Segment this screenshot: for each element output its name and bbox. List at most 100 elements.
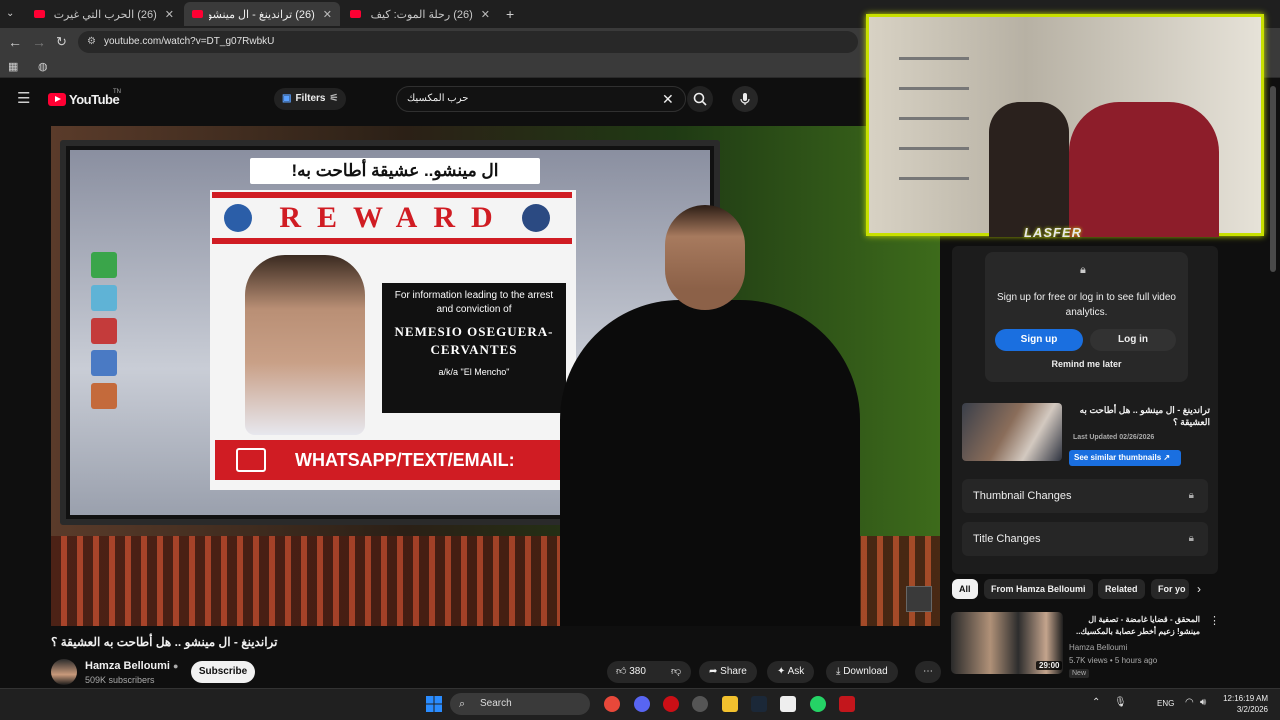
webcam-overlay (866, 14, 1264, 237)
filters-label: Filters (295, 93, 326, 104)
recommended-views: 5.7K views • 5 hours ago (1069, 656, 1158, 665)
recommended-video-title[interactable]: المحقق - قضايا غامضة - تصفية ال مينشو! ز… (1068, 614, 1200, 638)
sliders-icon: ⚟ (329, 93, 339, 104)
recommended-channel[interactable]: Hamza Belloumi (1069, 643, 1127, 652)
channel-watermark-icon[interactable] (906, 586, 932, 612)
opera-icon[interactable] (663, 696, 679, 712)
globe-icon[interactable]: ◍ (38, 60, 48, 74)
thumbs-down-icon: 👎︎ (671, 666, 682, 677)
system-clock[interactable]: 12:16:19 AM 3/2/2026 (1223, 693, 1268, 715)
youtube-favicon-icon (192, 10, 203, 18)
reward-heading: REWARD (279, 201, 509, 234)
volume-icon[interactable]: 🔊︎ (1200, 697, 1206, 708)
browser-tab-2-active[interactable]: (26) تراندينغ - ال مينشو .. هل أطاح ✕ (184, 2, 340, 26)
chatgpt-icon[interactable] (692, 696, 708, 712)
ask-button[interactable]: ✦ Ask (767, 661, 815, 683)
new-tab-icon[interactable]: + (506, 7, 514, 21)
url-text: youtube.com/watch?v=DT_g07RwbkU (104, 36, 275, 47)
poster-info-line: For information leading to the arrest an… (394, 290, 554, 315)
browser-tab-3[interactable]: (26) رحلة الموت: كيف وصل شاب ✕ (342, 2, 498, 26)
chip-related[interactable]: Related (1098, 579, 1145, 599)
browser-tab-1[interactable]: (26) الحرب التي غيرت الشرق الأوس ✕ (26, 2, 182, 26)
youtube-logo-text[interactable]: YouTube (69, 92, 120, 107)
discord-icon[interactable] (634, 696, 650, 712)
tray-mic-icon[interactable]: 🎙︎ (1114, 697, 1127, 708)
windows-start-icon[interactable] (426, 696, 442, 712)
close-tab-icon[interactable]: ✕ (315, 8, 332, 21)
search-button[interactable] (687, 86, 713, 112)
steam-icon[interactable] (751, 696, 767, 712)
channel-name[interactable]: Hamza Belloumi ● (85, 660, 178, 672)
video-headline-text: ال مينشو.. عشيقة أطاحت به! (250, 158, 540, 184)
shelf (899, 57, 969, 187)
youtube-favicon-icon (350, 10, 361, 18)
apps-grid-icon[interactable]: ▦ (8, 60, 18, 74)
chip-all[interactable]: All (952, 579, 978, 599)
clear-search-icon[interactable]: ✕ (662, 91, 674, 108)
youtube-logo-icon[interactable] (48, 93, 66, 106)
file-explorer-icon[interactable] (722, 696, 738, 712)
like-count: 380 (629, 666, 646, 677)
wifi-icon[interactable]: ◠ (1185, 697, 1194, 708)
filters-icon: ▣ (282, 93, 292, 104)
site-info-icon[interactable]: ⚙ (87, 31, 96, 53)
similar-thumbnails-button[interactable]: See similar thumbnails ↗ (1069, 450, 1181, 466)
thumbnail-changes-row[interactable]: Thumbnail Changes 🔒︎ (962, 479, 1208, 513)
poster-mid-stripe (212, 238, 572, 244)
dea-seal-icon (224, 204, 252, 232)
subscribe-button[interactable]: Subscribe (191, 661, 255, 683)
state-seal-icon (522, 204, 550, 232)
forward-icon[interactable]: → (32, 35, 46, 49)
chrome-icon[interactable] (604, 696, 620, 712)
taskbar-search[interactable]: ⌕ Search (450, 693, 590, 715)
signup-prompt: Sign up for free or log in to see full v… (997, 292, 1176, 318)
more-actions-button[interactable]: ⋯ (915, 661, 941, 683)
url-bar[interactable]: ⚙ youtube.com/watch?v=DT_g07RwbkU (78, 31, 858, 53)
app-icon[interactable] (780, 696, 796, 712)
share-label: Share (720, 666, 747, 677)
filters-button[interactable]: ▣ Filters ⚟ (274, 88, 347, 110)
remind-later-link[interactable]: Remind me later (985, 359, 1188, 369)
tab-search-icon[interactable]: ⌄ (6, 7, 14, 21)
lock-icon: 🔒︎ (1080, 264, 1086, 276)
signup-button[interactable]: Sign up (995, 329, 1083, 351)
tray-chevron-up-icon[interactable]: ⌃ (1092, 697, 1100, 708)
chevron-right-icon[interactable]: › (1197, 582, 1201, 596)
language-indicator[interactable]: ENG (1157, 699, 1174, 708)
poster-alias: a/k/a "El Mencho" (438, 367, 510, 377)
current-thumbnail[interactable] (962, 403, 1062, 461)
more-vertical-icon[interactable]: ⋮ (1209, 614, 1220, 627)
page-scrollbar[interactable] (1270, 86, 1276, 272)
back-icon[interactable]: ← (8, 35, 22, 49)
share-button[interactable]: ➦ Share (699, 661, 757, 683)
share-icon: ➦ (709, 666, 721, 677)
suspect-photo (245, 255, 365, 435)
reload-icon[interactable]: ↻ (56, 35, 67, 49)
globe-icon (236, 448, 266, 472)
play-icon (91, 318, 117, 344)
close-tab-icon[interactable]: ✕ (157, 8, 174, 21)
chip-for-you[interactable]: For yo (1151, 579, 1189, 599)
voice-search-button[interactable] (732, 86, 758, 112)
youtube-region-label: TN (113, 89, 121, 95)
download-button[interactable]: ⤓ Download (826, 661, 898, 683)
like-button[interactable]: 👍︎ 380 (616, 661, 646, 683)
app-red-icon[interactable] (839, 696, 855, 712)
sparkle-icon: ✦ (777, 666, 788, 677)
menu-hamburger-icon[interactable]: ☰ (17, 91, 30, 106)
microphone-icon (740, 93, 750, 105)
last-updated: Last Updated 02/26/2026 (1073, 434, 1155, 441)
login-button[interactable]: Log in (1090, 329, 1176, 351)
whatsapp-icon[interactable] (810, 696, 826, 712)
thumbnail-changes-label: Thumbnail Changes (973, 490, 1072, 502)
dislike-button[interactable]: 👎︎ (671, 661, 681, 683)
map-pin-icon (91, 252, 117, 278)
channel-avatar[interactable] (51, 659, 77, 685)
tab-title: (26) تراندينغ - ال مينشو .. هل أطاح (209, 8, 315, 21)
search-icon (693, 92, 707, 106)
title-changes-row[interactable]: Title Changes 🔒︎ (962, 522, 1208, 556)
chip-from-channel[interactable]: From Hamza Belloumi (984, 579, 1093, 599)
close-tab-icon[interactable]: ✕ (473, 8, 490, 21)
ask-label: Ask (787, 666, 805, 677)
search-input[interactable]: حرب المكسيك (396, 86, 686, 112)
